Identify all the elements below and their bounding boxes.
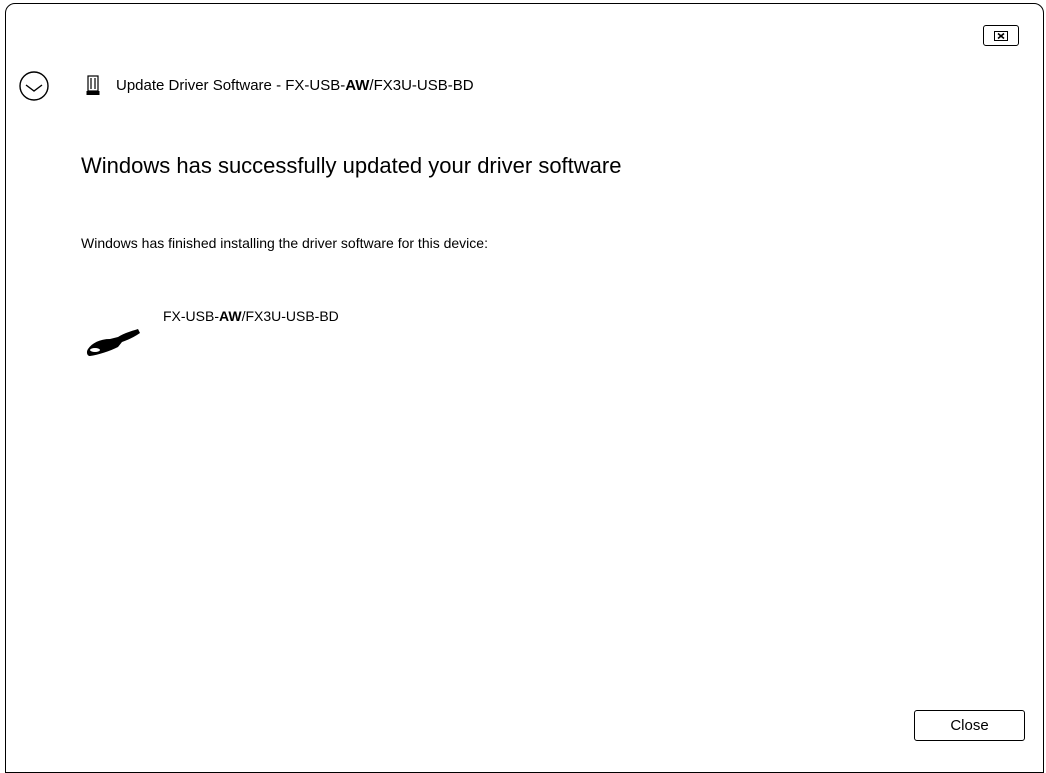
device-name-prefix: FX-USB- (163, 308, 219, 324)
success-heading: Windows has successfully updated your dr… (81, 153, 622, 178)
dialog-title-prefix: Update Driver Software - FX-USB- (116, 77, 346, 94)
device-name-bold: AW (219, 308, 242, 324)
device-name: FX-USB-AW/FX3U-USB-BD (163, 306, 339, 326)
close-x-icon (994, 30, 1008, 41)
usb-device-icon (86, 75, 100, 97)
dialog-title: Update Driver Software - FX-USB-AW/FX3U-… (116, 76, 474, 96)
install-description: Windows has finished installing the driv… (81, 235, 488, 251)
usb-cable-icon (84, 325, 142, 359)
close-button[interactable]: Close (914, 710, 1025, 741)
window-close-button[interactable] (983, 25, 1019, 46)
back-arrow-icon (19, 71, 49, 101)
dialog-title-bold: AW (345, 77, 370, 94)
driver-update-dialog (5, 3, 1044, 773)
back-button[interactable] (18, 70, 50, 102)
dialog-title-suffix: /FX3U-USB-BD (369, 77, 474, 94)
device-name-suffix: /FX3U-USB-BD (241, 308, 339, 324)
